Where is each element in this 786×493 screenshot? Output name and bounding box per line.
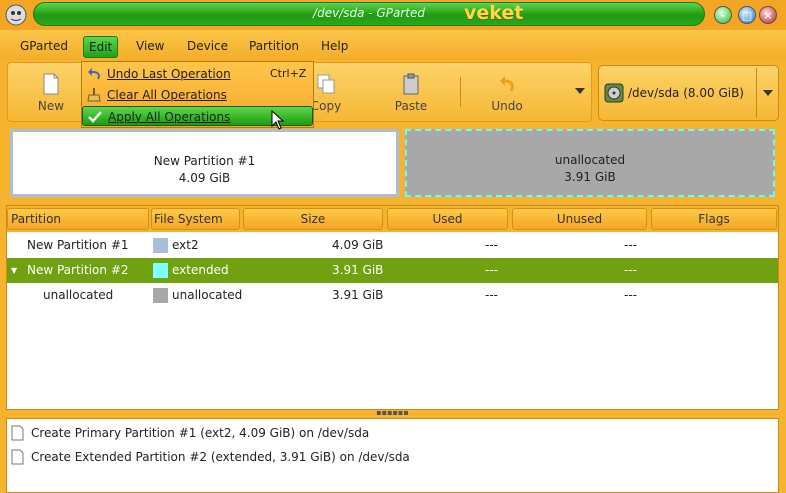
- fs-color-swatch: [153, 263, 168, 278]
- cell-used: ---: [485, 263, 498, 277]
- partition-map-segment-unallocated[interactable]: unallocated 3.91 GiB: [405, 129, 775, 197]
- table-row[interactable]: ▼ New Partition #2 extended 3.91 GiB ---…: [7, 258, 778, 283]
- close-button[interactable]: ×: [759, 6, 777, 24]
- list-item[interactable]: Create Extended Partition #2 (extended, …: [7, 445, 778, 469]
- undo-button[interactable]: Undo: [477, 67, 537, 117]
- menu-help[interactable]: Help: [316, 38, 353, 56]
- window-title: /dev/sda - GParted: [313, 6, 425, 20]
- segment-name: unallocated: [554, 153, 626, 167]
- menu-item-label: Undo Last Operation: [107, 67, 231, 81]
- segment-name: New Partition #1: [153, 154, 256, 168]
- broom-icon: [87, 88, 101, 102]
- cell-size: 4.09 GiB: [332, 238, 384, 252]
- copy-button-label: Copy: [310, 99, 342, 113]
- list-item[interactable]: Create Primary Partition #1 (ext2, 4.09 …: [7, 421, 778, 445]
- cell-unused: ---: [624, 238, 637, 252]
- close-icon: ×: [763, 9, 773, 22]
- menu-item-accelerator: Ctrl+Z: [270, 67, 307, 80]
- column-header-file-system[interactable]: File System: [151, 208, 240, 230]
- disk-icon: [604, 83, 624, 103]
- column-header-flags[interactable]: Flags: [651, 208, 777, 230]
- operation-text: Create Extended Partition #2 (extended, …: [31, 450, 410, 464]
- segment-size: 4.09 GiB: [178, 171, 231, 185]
- partition-map-segment-new-partition-1[interactable]: New Partition #1 4.09 GiB: [10, 129, 399, 197]
- menu-partition[interactable]: Partition: [244, 38, 304, 56]
- table-row[interactable]: New Partition #1 ext2 4.09 GiB --- ---: [7, 233, 778, 258]
- cell-partition: New Partition #2: [27, 263, 129, 277]
- table-header: Partition File System Size Used Unused F…: [7, 206, 778, 232]
- cell-file-system: unallocated: [172, 288, 243, 302]
- operation-text: Create Primary Partition #1 (ext2, 4.09 …: [31, 426, 370, 440]
- column-header-unused[interactable]: Unused: [512, 208, 647, 230]
- cell-unused: ---: [624, 288, 637, 302]
- copy-icon: [317, 74, 335, 94]
- column-header-size[interactable]: Size: [243, 208, 383, 230]
- undo-icon: [500, 76, 514, 92]
- device-selector[interactable]: /dev/sda (8.00 GiB): [598, 65, 779, 121]
- title-bar[interactable]: /dev/sda - GParted veket - □ ×: [0, 0, 786, 30]
- operations-list: Create Primary Partition #1 (ext2, 4.09 …: [6, 418, 779, 493]
- menu-item-label: Apply All Operations: [108, 110, 231, 124]
- cell-size: 3.91 GiB: [332, 263, 384, 277]
- brand-label: veket: [464, 2, 524, 24]
- document-icon: [11, 425, 24, 441]
- menu-undo-last-operation[interactable]: Undo Last Operation Ctrl+Z: [82, 64, 313, 84]
- device-selector-separator: [756, 68, 757, 118]
- cell-size: 3.91 GiB: [332, 288, 384, 302]
- minimize-button[interactable]: -: [714, 6, 732, 24]
- cell-partition: New Partition #1: [27, 238, 129, 252]
- device-label: /dev/sda (8.00 GiB): [628, 86, 744, 100]
- cell-unused: ---: [624, 263, 637, 277]
- cell-used: ---: [485, 238, 498, 252]
- mouse-pointer-icon: [271, 110, 285, 130]
- title-bar-strip: /dev/sda - GParted veket: [33, 2, 705, 26]
- partition-map: New Partition #1 4.09 GiB unallocated 3.…: [7, 125, 779, 201]
- cell-file-system: extended: [172, 263, 229, 277]
- fs-color-swatch: [153, 288, 168, 303]
- menu-bar: GParted Edit View Device Partition Help: [0, 30, 786, 60]
- checkmark-icon: [88, 111, 102, 123]
- segment-size: 3.91 GiB: [564, 170, 616, 184]
- toolbar-separator: [460, 77, 461, 107]
- column-header-partition[interactable]: Partition: [7, 208, 149, 230]
- partition-table: Partition File System Size Used Unused F…: [6, 205, 779, 410]
- document-icon: [11, 449, 24, 465]
- minimize-icon: -: [720, 9, 726, 22]
- new-button[interactable]: New: [21, 67, 81, 117]
- undo-button-label: Undo: [491, 99, 523, 113]
- undo-icon: [88, 68, 100, 80]
- paste-icon: [403, 73, 419, 95]
- menu-gparted[interactable]: GParted: [15, 38, 73, 56]
- column-header-used[interactable]: Used: [387, 208, 508, 230]
- table-row[interactable]: unallocated unallocated 3.91 GiB --- ---: [7, 283, 778, 308]
- menu-view[interactable]: View: [131, 38, 169, 56]
- maximize-icon: □: [741, 9, 753, 22]
- gparted-app-icon[interactable]: [4, 3, 28, 27]
- menu-clear-all-operations[interactable]: Clear All Operations: [82, 85, 313, 105]
- pane-splitter[interactable]: ▪▪▪▪▪▪: [6, 409, 779, 418]
- new-document-icon: [43, 73, 59, 95]
- cell-file-system: ext2: [172, 238, 199, 252]
- paste-button-label: Paste: [394, 99, 428, 113]
- new-button-label: New: [37, 99, 65, 113]
- paste-button[interactable]: Paste: [381, 67, 441, 117]
- maximize-button[interactable]: □: [738, 6, 756, 24]
- menu-edit[interactable]: Edit: [83, 36, 119, 58]
- fs-color-swatch: [153, 238, 168, 253]
- menu-item-label: Clear All Operations: [107, 88, 227, 102]
- chevron-down-icon[interactable]: [575, 88, 585, 94]
- cell-used: ---: [485, 288, 498, 302]
- expander-down-icon[interactable]: ▼: [11, 258, 17, 283]
- menu-device[interactable]: Device: [182, 38, 233, 56]
- cell-partition: unallocated: [43, 288, 114, 302]
- device-dropdown-icon[interactable]: [763, 90, 773, 96]
